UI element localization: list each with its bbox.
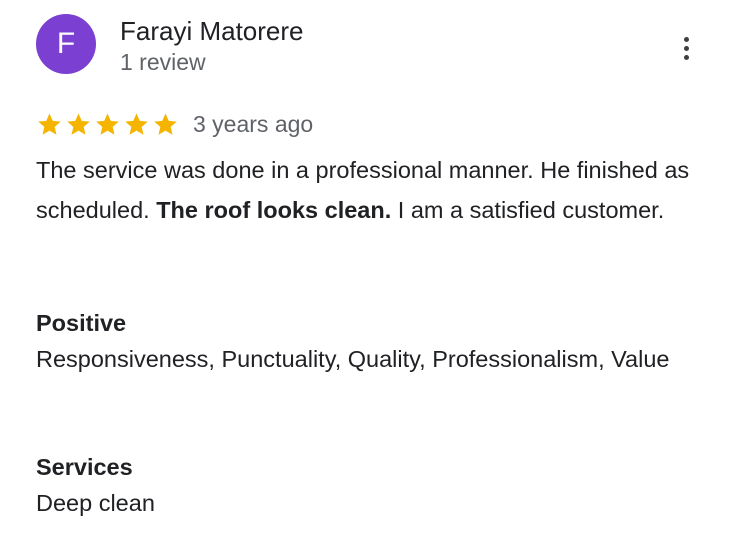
star-icon xyxy=(67,112,90,135)
review-count: 1 review xyxy=(120,49,206,75)
avatar-initial: F xyxy=(56,27,76,60)
review-age: 3 years ago xyxy=(193,111,314,137)
services-value: Deep clean xyxy=(36,490,155,516)
review-text: The service was done in a professional m… xyxy=(36,150,696,230)
star-icon xyxy=(96,112,119,135)
more-options-button[interactable] xyxy=(672,34,700,62)
review-text-bold: The roof looks clean. xyxy=(156,197,392,223)
star-icon xyxy=(125,112,148,135)
star-rating xyxy=(36,111,179,138)
rating-row: 3 years ago xyxy=(36,108,313,140)
more-vert-icon xyxy=(683,36,689,42)
more-vert-icon-dot xyxy=(683,45,689,51)
positive-title: Positive xyxy=(36,310,127,336)
reviewer-name[interactable]: Farayi Matorere xyxy=(120,15,304,47)
review-card: F Farayi Matorere 1 review 3 years ago T… xyxy=(0,0,740,534)
services-title: Services xyxy=(36,454,133,480)
avatar[interactable]: F xyxy=(36,14,96,74)
positive-value: Responsiveness, Punctuality, Quality, Pr… xyxy=(36,346,670,372)
star-icon xyxy=(154,112,177,135)
star-icon xyxy=(38,112,61,135)
more-vert-icon-dot xyxy=(683,54,689,60)
review-text-part2: I am a satisfied customer. xyxy=(391,197,665,223)
